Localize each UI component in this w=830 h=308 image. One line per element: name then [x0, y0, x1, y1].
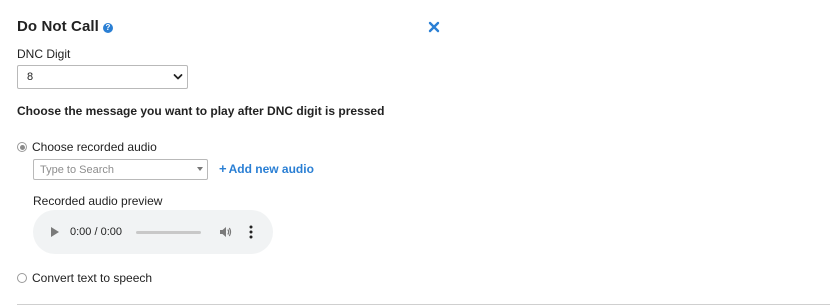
radio-text-to-speech[interactable] [17, 273, 27, 283]
panel-header: Do Not Call ? [17, 18, 113, 35]
dnc-digit-value: 8 [27, 71, 34, 83]
option-recorded-audio-label: Choose recorded audio [32, 140, 157, 154]
audio-time-display: 0:00 / 0:00 [70, 226, 122, 238]
dnc-digit-select[interactable]: 8 [17, 65, 188, 89]
radio-recorded-audio[interactable] [17, 142, 27, 152]
more-vertical-icon[interactable] [249, 225, 253, 239]
option-text-to-speech-label: Convert text to speech [32, 271, 153, 285]
option-text-to-speech[interactable]: Convert text to speech [17, 271, 152, 285]
add-new-audio-label: Add new audio [228, 161, 314, 176]
plus-icon: + [219, 161, 227, 176]
play-icon[interactable] [51, 227, 59, 237]
message-question: Choose the message you want to play afte… [17, 104, 385, 118]
audio-search-placeholder: Type to Search [40, 163, 114, 176]
help-icon[interactable]: ? [102, 23, 113, 33]
audio-progress-bar[interactable] [136, 231, 201, 234]
add-new-audio-link[interactable]: + Add new audio [219, 161, 314, 176]
audio-player: 0:00 / 0:00 [33, 210, 273, 254]
audio-preview-label: Recorded audio preview [33, 194, 163, 208]
caret-down-icon [197, 167, 203, 171]
audio-search-input[interactable]: Type to Search [33, 159, 208, 180]
bottom-divider [17, 304, 830, 305]
option-recorded-audio[interactable]: Choose recorded audio [17, 140, 157, 154]
dnc-digit-label: DNC Digit [17, 47, 71, 61]
do-not-call-panel: Do Not Call ? DNC Digit 8 Choose the mes… [0, 0, 830, 308]
close-icon[interactable] [428, 21, 440, 33]
panel-title: Do Not Call [17, 18, 99, 35]
volume-icon[interactable] [218, 225, 232, 239]
chevron-down-icon [173, 74, 183, 80]
